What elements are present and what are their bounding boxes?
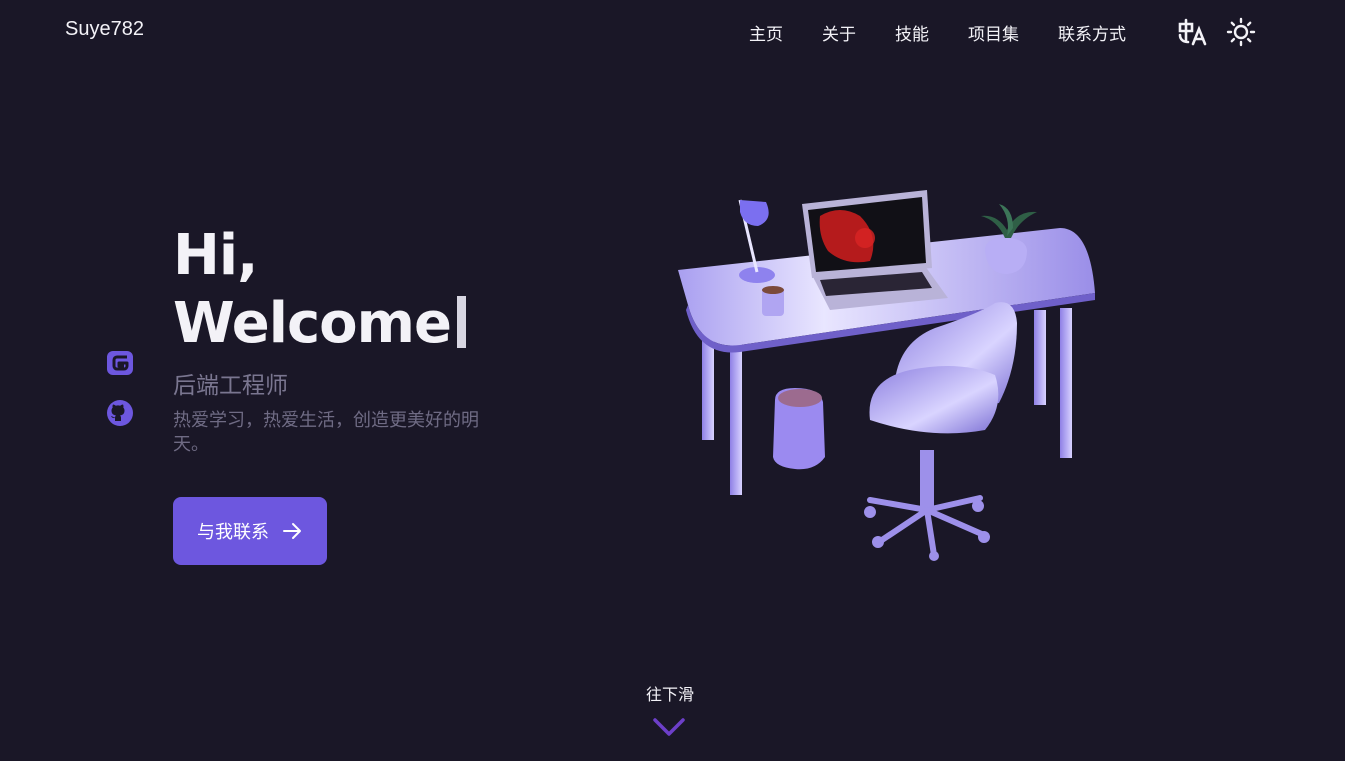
- translate-icon: [1178, 18, 1207, 46]
- gitee-link[interactable]: [106, 349, 134, 377]
- brand-logo[interactable]: Suye782: [65, 18, 144, 41]
- nav-item-home[interactable]: 主页: [749, 20, 783, 45]
- social-links: [106, 349, 134, 427]
- theme-toggle-button[interactable]: [1226, 17, 1256, 47]
- contact-me-label: 与我联系: [197, 522, 269, 543]
- page: Suye782 主页 关于 技能 项目集 联系方式 Hi, Welcome 后端…: [0, 0, 1345, 761]
- hero-description: 热爱学习，热爱生活，创造更美好的明天。: [173, 410, 479, 455]
- contact-me-button[interactable]: 与我联系: [173, 497, 327, 565]
- github-icon: [107, 400, 133, 426]
- nav-item-contact[interactable]: 联系方式: [1058, 20, 1126, 45]
- typing-cursor: [456, 296, 466, 348]
- nav-item-skills[interactable]: 技能: [895, 20, 929, 45]
- nav-item-projects[interactable]: 项目集: [968, 20, 1019, 45]
- arrow-right-icon: [283, 523, 301, 539]
- desk-illustration: [678, 190, 1095, 561]
- hero-role: 后端工程师: [173, 373, 288, 399]
- sun-icon: [1226, 17, 1256, 47]
- hero-greeting: Hi,: [173, 223, 258, 288]
- nav-item-about[interactable]: 关于: [822, 20, 856, 45]
- main-nav: 主页 关于 技能 项目集 联系方式: [749, 20, 1126, 45]
- table-leg: [730, 340, 742, 495]
- hero-title: Hi, Welcome: [173, 222, 466, 358]
- language-toggle-button[interactable]: [1177, 18, 1207, 46]
- chevron-down-icon[interactable]: [652, 716, 686, 738]
- scroll-down-label[interactable]: 往下滑: [640, 681, 700, 705]
- chair-seat: [869, 366, 999, 434]
- hero-welcome: Welcome: [173, 291, 452, 356]
- table-leg: [1060, 308, 1072, 458]
- gitee-icon: [107, 351, 133, 375]
- github-link[interactable]: [106, 399, 134, 427]
- table-leg: [1034, 310, 1046, 405]
